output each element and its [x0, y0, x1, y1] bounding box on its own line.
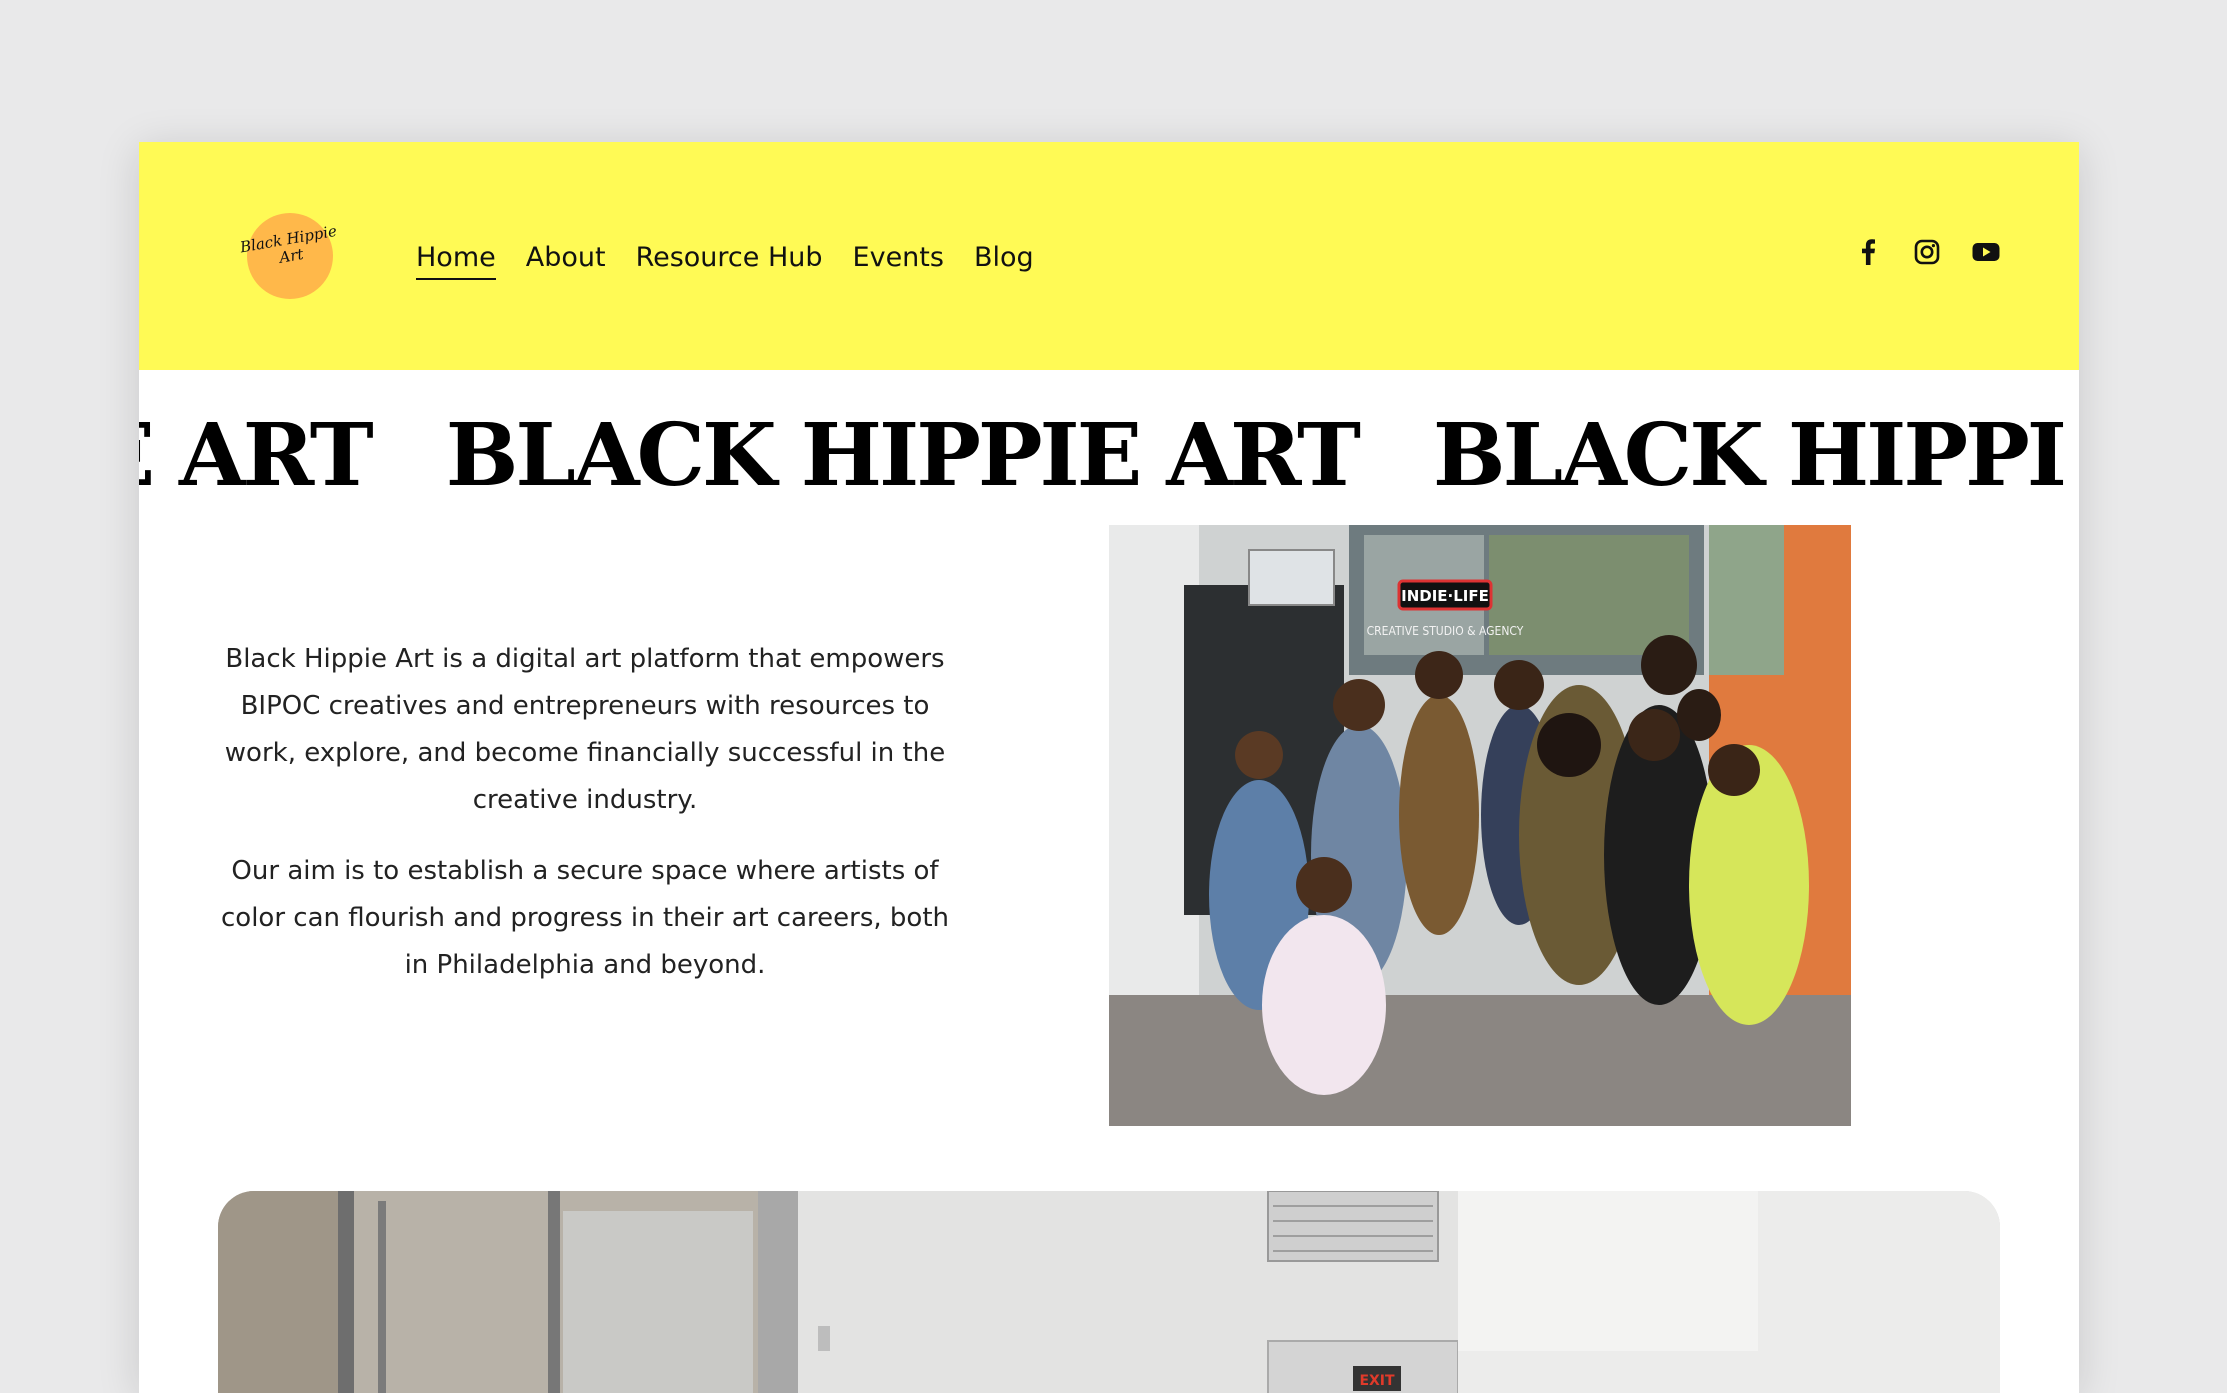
marquee-text-full: BLACK HIPPIE ART: [445, 405, 1361, 506]
nav-events[interactable]: Events: [853, 240, 944, 280]
nav-about[interactable]: About: [526, 240, 606, 280]
group-photo-illustration: INDIE·LIFE CREATIVE STUDIO & AGENCY: [1109, 525, 1851, 1126]
marquee-text-fragment-end: BLACK HIPPI: [1432, 405, 2067, 506]
exit-sign: EXIT: [1359, 1373, 1395, 1389]
storefront-subtitle: CREATIVE STUDIO & AGENCY: [1367, 624, 1524, 638]
intro-paragraph-2: Our aim is to establish a secure space w…: [221, 856, 949, 980]
marquee-text-fragment-start: PPIE ART: [139, 405, 374, 506]
intro-text: Black Hippie Art is a digital art platfo…: [209, 636, 961, 1013]
storefront-sign: INDIE·LIFE: [1401, 587, 1489, 605]
logo-text: Black Hippie Art: [238, 221, 339, 267]
intro-paragraph-1: Black Hippie Art is a digital art platfo…: [224, 644, 946, 815]
group-photo: INDIE·LIFE CREATIVE STUDIO & AGENCY: [1109, 525, 1851, 1126]
social-links: [1854, 238, 2000, 266]
site-logo[interactable]: Black Hippie Art: [239, 213, 338, 299]
interior-photo: EXIT: [218, 1191, 2000, 1393]
browser-page: Black Hippie Art Home About Resource Hub…: [139, 142, 2079, 1393]
main-nav: Home About Resource Hub Events Blog: [416, 240, 1034, 280]
nav-blog[interactable]: Blog: [974, 240, 1034, 280]
brand-marquee: PPIE ART BLACK HIPPIE ART BLACK HIPPI: [139, 370, 2079, 524]
instagram-icon[interactable]: [1913, 238, 1941, 266]
marquee-track: PPIE ART BLACK HIPPIE ART BLACK HIPPI: [139, 406, 2079, 506]
site-header: Black Hippie Art Home About Resource Hub…: [139, 142, 2079, 370]
nav-home[interactable]: Home: [416, 240, 496, 280]
interior-photo-illustration: EXIT: [218, 1191, 2000, 1393]
nav-resource-hub[interactable]: Resource Hub: [636, 240, 823, 280]
youtube-icon[interactable]: [1972, 238, 2000, 266]
facebook-icon[interactable]: [1854, 238, 1882, 266]
